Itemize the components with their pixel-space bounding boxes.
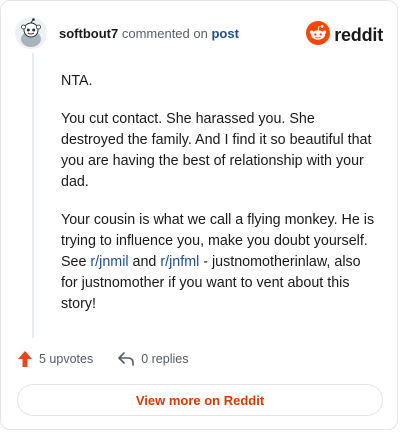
comment-header: softbout7 commented on post reddit bbox=[15, 13, 383, 53]
subreddit-link-jnmil[interactable]: r/jnmil bbox=[90, 254, 128, 270]
comment-paragraph-2: You cut contact. She harassed you. She d… bbox=[61, 111, 372, 190]
comment-paragraph-3: Your cousin is what we call a flying mon… bbox=[61, 210, 379, 315]
reddit-logo-icon bbox=[306, 21, 331, 50]
upvote-arrow-icon bbox=[17, 350, 33, 368]
comment-embed-card: softbout7 commented on post reddit NTA. … bbox=[0, 0, 398, 430]
upvote-button[interactable]: 5 upvotes bbox=[17, 350, 93, 368]
comment-text: and bbox=[128, 254, 161, 270]
reddit-brand[interactable]: reddit bbox=[306, 21, 383, 50]
reply-arrow-icon bbox=[117, 351, 135, 367]
snoo-avatar-icon[interactable] bbox=[15, 17, 47, 49]
thread-line[interactable] bbox=[32, 53, 34, 338]
username-link[interactable]: softbout7 bbox=[59, 26, 118, 41]
comment-meta: softbout7 commented on post bbox=[59, 26, 239, 41]
post-link[interactable]: post bbox=[211, 26, 238, 41]
reply-count: 0 replies bbox=[141, 352, 189, 366]
reddit-wordmark: reddit bbox=[334, 25, 383, 45]
view-more-button[interactable]: View more on Reddit bbox=[17, 384, 383, 416]
comment-paragraph-1: NTA. bbox=[61, 73, 93, 89]
comment-body: NTA. You cut contact. She harassed you. … bbox=[61, 71, 379, 332]
subreddit-link-jnfml[interactable]: r/jnfml bbox=[160, 254, 199, 270]
commented-on-text: commented on bbox=[121, 25, 208, 41]
comment-actions: 5 upvotes 0 replies bbox=[17, 348, 188, 370]
upvote-count: 5 upvotes bbox=[39, 352, 94, 366]
reply-button[interactable]: 0 replies bbox=[117, 351, 188, 367]
